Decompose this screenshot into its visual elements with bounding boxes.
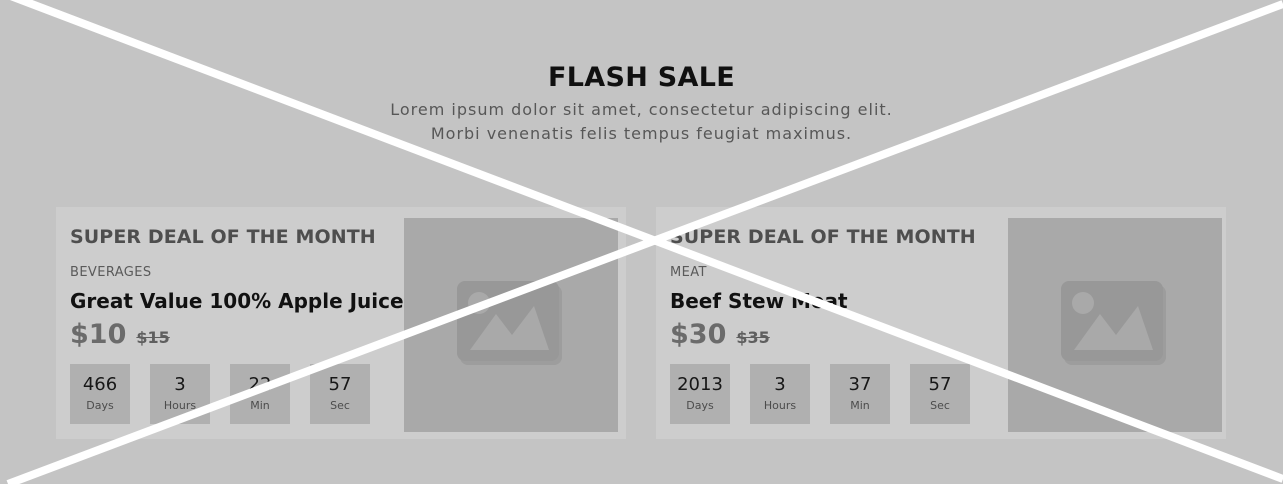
countdown-minutes: 37 Min [830,364,890,424]
countdown-minutes-label: Min [850,399,870,412]
deal-product-title[interactable]: Beef Stew Meat [670,287,848,315]
flash-sale-title: FLASH SALE [548,62,735,93]
countdown-hours: 3 Hours [750,364,810,424]
price-row: $10 $15 [70,318,170,352]
flash-sale-page: FLASH SALE Lorem ipsum dolor sit amet, c… [0,0,1283,487]
countdown-seconds-value: 57 [928,374,952,395]
countdown-hours-label: Hours [763,399,797,412]
product-image-placeholder[interactable] [1008,218,1222,432]
old-price: $15 [136,328,170,347]
countdown-minutes-value: 22 [248,374,272,395]
current-price: $30 [670,319,727,350]
countdown-hours-label: Hours [163,399,197,412]
image-icon [1061,281,1166,365]
flash-sale-section: FLASH SALE Lorem ipsum dolor sit amet, c… [0,0,1283,484]
countdown-days: 2013 Days [670,364,730,424]
subtitle-line-2: Morbi venenatis felis tempus feugiat max… [430,124,853,143]
deal-category: MEAT [670,265,707,280]
countdown-minutes: 22 Min [230,364,290,424]
countdown-timer: 2013 Days 3 Hours 37 Min 57 Sec [670,364,970,424]
price-row: $30 $35 [670,318,770,352]
countdown-days-value: 2013 [677,374,723,395]
deal-card-beverages[interactable]: SUPER DEAL OF THE MONTH BEVERAGES Great … [56,207,626,439]
countdown-hours-value: 3 [774,374,786,395]
deal-heading: SUPER DEAL OF THE MONTH [670,226,976,248]
countdown-days-value: 466 [82,374,118,395]
deal-product-title[interactable]: Great Value 100% Apple Juice [70,287,404,315]
deal-category: BEVERAGES [70,265,152,280]
image-icon [457,281,562,365]
current-price: $10 [70,319,127,350]
countdown-hours-value: 3 [174,374,186,395]
countdown-timer: 466 Days 3 Hours 22 Min 57 Sec [70,364,370,424]
countdown-days-label: Days [686,399,714,412]
flash-sale-subtitle: Lorem ipsum dolor sit amet, consectetur … [0,98,1283,146]
countdown-seconds-value: 57 [328,374,352,395]
subtitle-line-1: Lorem ipsum dolor sit amet, consectetur … [390,100,893,119]
countdown-days-label: Days [86,399,114,412]
countdown-seconds: 57 Sec [910,364,970,424]
deal-heading: SUPER DEAL OF THE MONTH [70,226,376,248]
countdown-days: 466 Days [70,364,130,424]
countdown-hours: 3 Hours [150,364,210,424]
old-price: $35 [736,328,770,347]
product-image-placeholder[interactable] [404,218,618,432]
countdown-seconds-label: Sec [330,399,350,412]
countdown-seconds: 57 Sec [310,364,370,424]
countdown-minutes-label: Min [250,399,270,412]
countdown-seconds-label: Sec [930,399,950,412]
deal-card-meat[interactable]: SUPER DEAL OF THE MONTH MEAT Beef Stew M… [656,207,1226,439]
countdown-minutes-value: 37 [848,374,872,395]
